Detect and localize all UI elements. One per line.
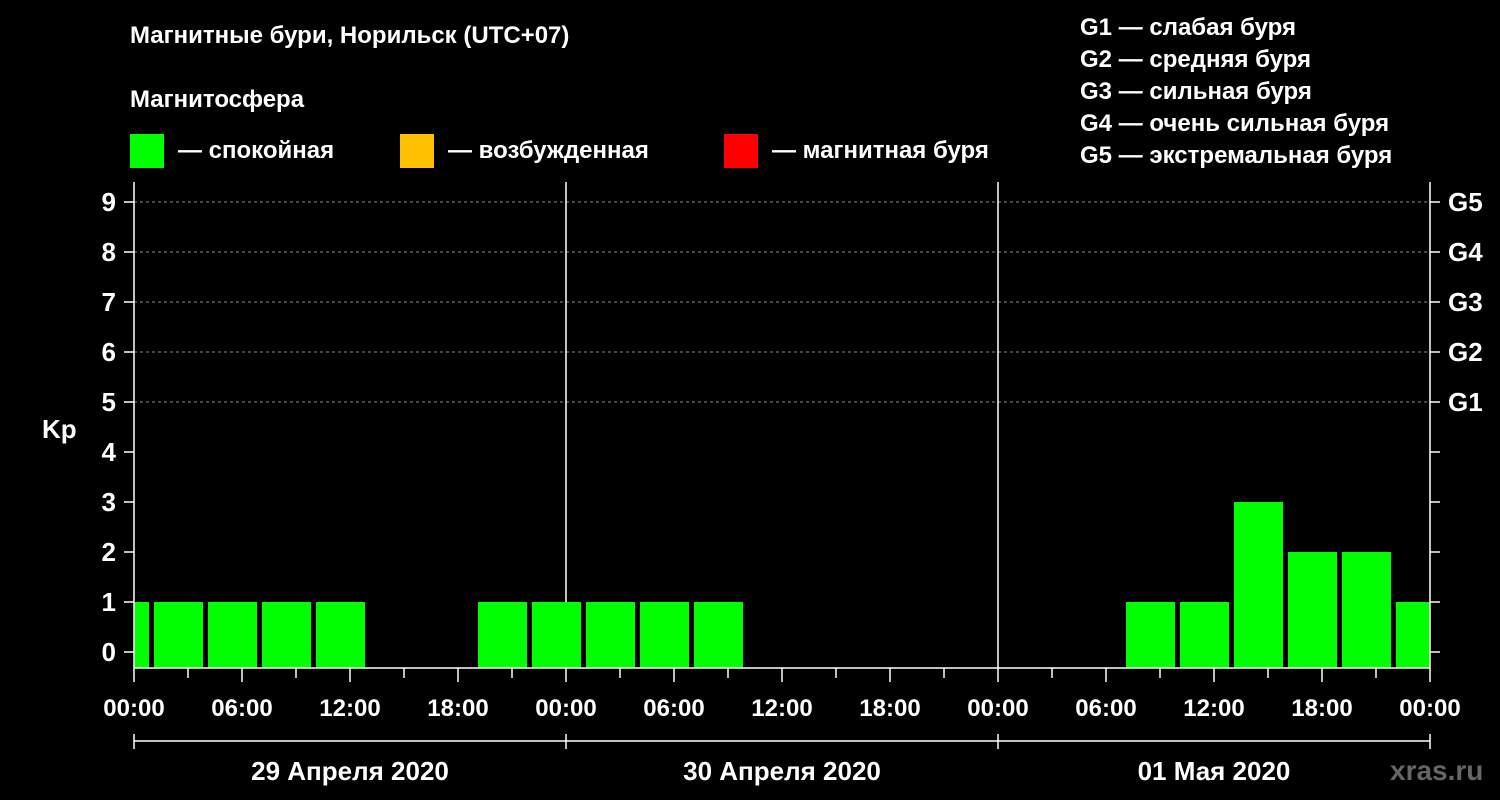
y-axis-label: Kp	[42, 414, 77, 444]
kp-bar	[316, 602, 365, 668]
g-scale-label: G4	[1448, 237, 1483, 267]
x-tick-label: 12:00	[751, 695, 812, 722]
day-label: 29 Апреля 2020	[251, 756, 449, 786]
y-tick-label: 6	[102, 337, 116, 367]
g-scale-label: G1	[1448, 387, 1483, 417]
day-label: 30 Апреля 2020	[683, 756, 881, 786]
kp-bar	[134, 602, 149, 668]
day-label: 01 Мая 2020	[1138, 756, 1291, 786]
x-tick-label: 00:00	[1399, 695, 1460, 722]
kp-bar	[1180, 602, 1229, 668]
y-tick-label: 1	[102, 587, 116, 617]
x-tick-label: 18:00	[1291, 695, 1352, 722]
g-scale-label: G2	[1448, 337, 1483, 367]
kp-bar	[208, 602, 257, 668]
x-tick-label: 12:00	[1183, 695, 1244, 722]
y-tick-label: 2	[102, 537, 116, 567]
x-tick-label: 00:00	[967, 695, 1028, 722]
x-tick-label: 12:00	[319, 695, 380, 722]
x-tick-label: 00:00	[103, 695, 164, 722]
x-tick-label: 06:00	[1075, 695, 1136, 722]
y-tick-label: 4	[102, 437, 117, 467]
kp-bar	[694, 602, 743, 668]
kp-bar	[478, 602, 527, 668]
kp-bar	[1126, 602, 1175, 668]
kp-bar	[640, 602, 689, 668]
kp-bar	[154, 602, 203, 668]
kp-bar	[532, 602, 581, 668]
kp-chart: 0 1 2 3 4 5 6 7 8 9 G1 G2 G3 G4 G5 Kp 00:00 06:00 12:00 18:…	[42, 182, 1483, 786]
brand-watermark: xras.ru	[1390, 755, 1484, 786]
g-scale-label: G3	[1448, 287, 1483, 317]
kp-bar	[586, 602, 635, 668]
kp-bar	[1234, 502, 1283, 668]
x-tick-label: 06:00	[643, 695, 704, 722]
x-tick-label: 18:00	[859, 695, 920, 722]
y-tick-label: 9	[102, 187, 116, 217]
kp-bar	[1396, 602, 1430, 668]
y-tick-label: 3	[102, 487, 116, 517]
kp-bar	[262, 602, 311, 668]
x-tick-label: 06:00	[211, 695, 272, 722]
kp-bar	[1288, 552, 1337, 668]
y-tick-label: 8	[102, 237, 116, 267]
g-scale-label: G5	[1448, 187, 1483, 217]
kp-bar	[1342, 552, 1391, 668]
x-tick-label: 18:00	[427, 695, 488, 722]
y-tick-label: 5	[102, 387, 116, 417]
y-tick-label: 0	[102, 637, 116, 667]
x-tick-label: 00:00	[535, 695, 596, 722]
y-tick-label: 7	[102, 287, 116, 317]
